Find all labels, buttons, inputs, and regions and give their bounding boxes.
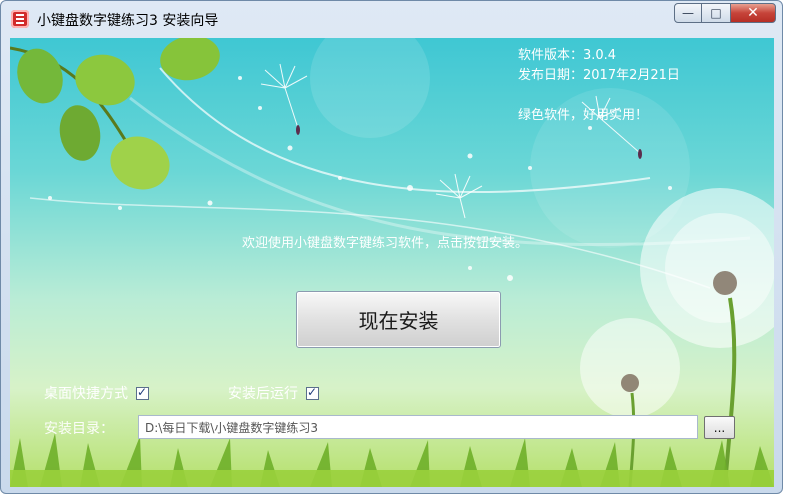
installer-banner: 软件版本：3.0.4 发布日期：2017年2月21日 绿色软件，好用实用！ 欢迎…: [10, 38, 774, 487]
desktop-shortcut-label: 桌面快捷方式: [44, 386, 128, 402]
install-dir-label: 安装目录：: [44, 421, 114, 437]
window-title: 小键盘数字键练习3 安装向导: [37, 13, 219, 29]
install-dir-field[interactable]: D:\每日下载\小键盘数字键练习3: [138, 415, 698, 439]
run-after-install-label: 安装后运行: [228, 386, 298, 402]
run-after-install-option[interactable]: 安装后运行: [228, 383, 319, 403]
browse-button[interactable]: ...: [704, 416, 735, 439]
tagline: 绿色软件，好用实用！: [518, 108, 649, 123]
installer-window: 小键盘数字键练习3 安装向导 — □ ✕ 软件版本：3.0.4 发布日期：201…: [0, 0, 783, 494]
maximize-button[interactable]: □: [702, 3, 730, 23]
window-controls: — □ ✕: [674, 3, 776, 25]
version-info: 软件版本：3.0.4 发布日期：2017年2月21日: [518, 46, 680, 86]
welcome-text: 欢迎使用小键盘数字键练习软件，点击按钮安装。: [242, 236, 529, 251]
release-date-line: 发布日期：2017年2月21日: [518, 68, 680, 83]
version-line: 软件版本：3.0.4: [518, 48, 617, 63]
desktop-shortcut-checkbox[interactable]: [136, 385, 149, 400]
install-now-button[interactable]: 现在安装: [296, 291, 501, 348]
app-icon: [11, 10, 29, 28]
desktop-shortcut-option[interactable]: 桌面快捷方式: [44, 383, 149, 403]
title-bar[interactable]: 小键盘数字键练习3 安装向导 — □ ✕: [1, 1, 784, 37]
close-button[interactable]: ✕: [730, 3, 776, 23]
minimize-button[interactable]: —: [674, 3, 702, 23]
run-after-install-checkbox[interactable]: [306, 385, 319, 400]
